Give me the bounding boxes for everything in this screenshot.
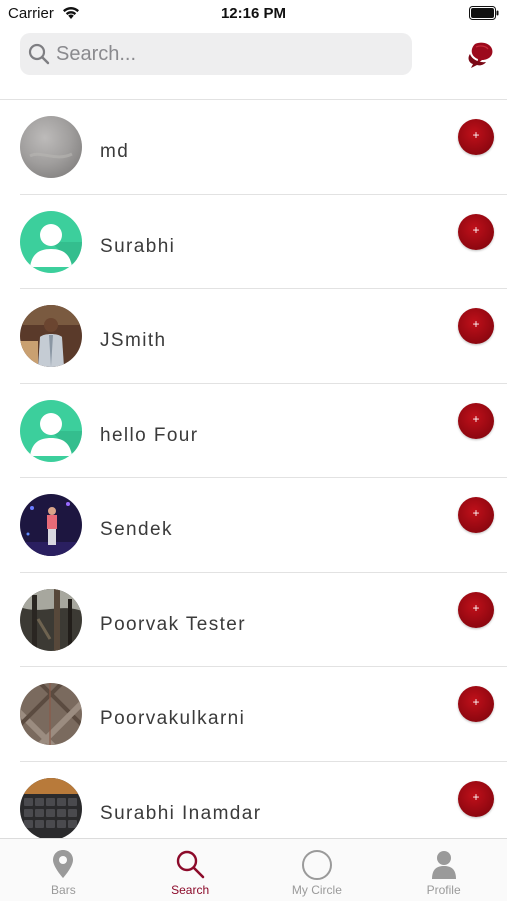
search-input[interactable] [56,33,396,75]
user-name: JSmith [100,330,167,351]
tab-bar: Bars Search My Circle Profile [0,838,507,901]
plus-icon: + [472,411,480,426]
search-icon [175,849,205,884]
user-list[interactable]: md + Surabhi + JSmith + hello Four + Sen… [0,99,507,840]
list-item[interactable]: Poorvak Tester + [20,573,507,667]
person-icon [429,849,459,884]
avatar[interactable] [20,305,82,367]
list-item[interactable]: Sendek + [20,478,507,573]
avatar[interactable] [20,683,82,745]
status-bar: Carrier 12:16 PM [0,0,507,28]
user-name: Sendek [100,519,173,540]
clock: 12:16 PM [220,5,287,22]
add-friend-button[interactable]: + [458,119,494,155]
tab-label: Profile [426,883,461,897]
plus-icon: + [472,789,480,804]
user-name: Surabhi Inamdar [100,802,262,824]
list-item[interactable]: Poorvakulkarni + [20,667,507,762]
list-item[interactable]: JSmith + [20,289,507,384]
list-item[interactable]: md + [20,100,507,195]
add-friend-button[interactable]: + [458,497,494,533]
tab-label: My Circle [291,883,342,897]
tab-label: Search [171,883,210,897]
avatar[interactable] [20,777,82,840]
tab-profile[interactable]: Profile [380,839,507,901]
list-item[interactable]: Surabhi + [20,195,507,289]
search-box[interactable] [20,33,412,75]
tab-label: Bars [51,883,76,897]
search-icon [28,43,50,70]
plus-icon: + [472,317,480,331]
user-name: md [100,141,130,162]
avatar[interactable] [20,399,82,462]
avatar[interactable] [20,494,82,556]
user-name: Poorvakulkarni [100,708,246,729]
avatar[interactable] [20,588,82,651]
avatar[interactable] [20,210,82,273]
add-friend-button[interactable]: + [458,780,494,817]
search-header [0,28,507,86]
plus-icon: + [472,222,480,237]
battery-icon [469,6,499,25]
list-item[interactable]: hello Four + [20,384,507,478]
user-name: Surabhi [100,235,176,257]
plus-icon: + [472,695,480,709]
plus-icon: + [472,128,480,142]
add-friend-button[interactable]: + [458,213,494,250]
user-name: Poorvak Tester [100,613,246,635]
tab-search[interactable]: Search [127,839,254,901]
location-pin-icon [51,849,75,884]
add-friend-button[interactable]: + [458,402,494,439]
avatar[interactable] [20,116,82,178]
plus-icon: + [472,600,480,615]
circle-icon [301,849,333,886]
chat-bubbles-icon[interactable] [466,40,496,75]
tab-my-circle[interactable]: My Circle [254,839,381,901]
user-name: hello Four [100,424,199,446]
list-item[interactable]: Surabhi Inamdar + [20,762,507,841]
plus-icon: + [472,506,480,520]
add-friend-button[interactable]: + [458,591,494,628]
add-friend-button[interactable]: + [458,686,494,722]
add-friend-button[interactable]: + [458,308,494,344]
tab-bars[interactable]: Bars [0,839,127,901]
